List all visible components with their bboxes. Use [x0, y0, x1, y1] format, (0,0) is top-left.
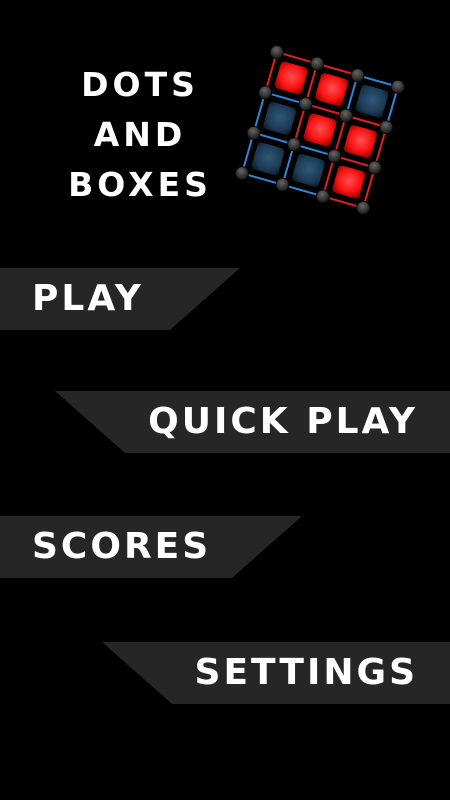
play-button-label: PLAY — [32, 278, 144, 319]
quick-play-button-label: QUICK PLAY — [148, 401, 418, 442]
logo-dot — [338, 108, 353, 123]
logo-dot — [356, 200, 371, 215]
settings-button-label: SETTINGS — [194, 652, 418, 693]
settings-button[interactable]: SETTINGS — [102, 642, 450, 704]
logo-dot — [390, 79, 405, 94]
logo-box-red — [344, 125, 377, 158]
main-menu-screen: DOTS AND BOXES PLAY QUICK PLAY SCORES SE… — [0, 0, 450, 800]
logo-dot — [315, 189, 330, 204]
logo-dot — [298, 97, 313, 112]
logo-dot — [379, 120, 394, 135]
logo-dot — [327, 148, 342, 163]
logo-box-red — [315, 73, 348, 106]
quick-play-button[interactable]: QUICK PLAY — [55, 391, 450, 453]
logo-dot — [269, 45, 284, 60]
logo-box-blue — [263, 102, 296, 135]
logo-dot — [287, 137, 302, 152]
scores-button[interactable]: SCORES — [0, 516, 302, 578]
logo-dot — [350, 68, 365, 83]
game-title: DOTS AND BOXES — [40, 60, 240, 210]
title-line-and: AND — [93, 115, 187, 154]
logo-box-red — [274, 61, 308, 95]
logo-dot — [235, 166, 250, 181]
logo-box-red — [332, 165, 366, 199]
logo-dot — [310, 56, 325, 71]
logo-box-blue — [251, 142, 285, 176]
logo-dot — [275, 177, 290, 192]
dots-and-boxes-logo-icon — [235, 45, 405, 215]
logo-dot — [258, 85, 273, 100]
play-button[interactable]: PLAY — [0, 268, 240, 330]
title-line-dots: DOTS — [81, 65, 199, 104]
logo-box-red — [303, 113, 337, 147]
logo-dot — [246, 125, 261, 140]
scores-button-label: SCORES — [32, 526, 212, 567]
title-line-boxes: BOXES — [68, 165, 212, 204]
logo-dot — [367, 160, 382, 175]
logo-box-blue — [355, 84, 389, 118]
logo-box-blue — [292, 154, 325, 187]
